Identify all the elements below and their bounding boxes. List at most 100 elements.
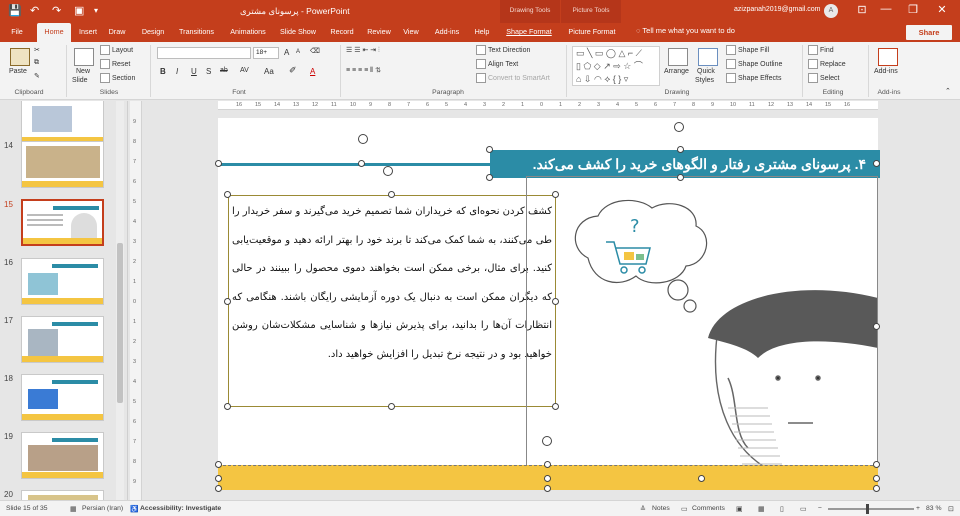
tab-picture-format[interactable]: Picture Format <box>563 23 621 42</box>
accessibility-icon[interactable]: ♿ <box>130 505 138 513</box>
slide-thumbnail-19[interactable] <box>21 432 104 479</box>
tab-animations[interactable]: Animations <box>226 23 270 42</box>
shadow-button[interactable]: S <box>206 67 211 76</box>
zoom-slider[interactable] <box>828 504 914 514</box>
slide-thumbnail-13[interactable] <box>21 101 104 144</box>
layout-button[interactable]: Layout <box>100 45 133 55</box>
resize-handle[interactable] <box>873 475 880 482</box>
fit-to-window-icon[interactable]: ⊡ <box>948 505 954 513</box>
find-button[interactable]: Find <box>808 45 834 55</box>
language-status[interactable]: Persian (Iran) <box>82 505 123 512</box>
tab-shape-format[interactable]: Shape Format <box>502 23 556 42</box>
tab-view[interactable]: View <box>399 23 423 42</box>
notes-button[interactable]: Notes <box>652 505 670 512</box>
restore-icon[interactable]: ❐ <box>903 3 923 16</box>
save-icon[interactable]: 💾 <box>8 4 22 17</box>
slide-thumbnail-14[interactable] <box>21 141 104 188</box>
resize-handle[interactable] <box>552 403 559 410</box>
align-text-button[interactable]: Align Text <box>476 59 518 69</box>
bullets-icon[interactable]: ☰ ☰ ⇤ ⇥ ⫶ <box>346 46 380 55</box>
zoom-level[interactable]: 83 % <box>926 505 942 512</box>
shape-fill-button[interactable]: Shape Fill <box>726 45 769 55</box>
redo-icon[interactable]: ↷ <box>52 4 61 17</box>
font-size-box[interactable]: 18+ <box>253 47 279 59</box>
strikethrough-button[interactable]: ab <box>220 67 228 74</box>
slide-body-text[interactable]: کشف کردن نحوه‌ای که خریداران شما تصمیم خ… <box>232 198 552 404</box>
slide-title[interactable]: ۴. پرسونای مشتری رفتار و الگوهای خرید را… <box>490 150 880 178</box>
add-ins-icon[interactable] <box>878 48 898 66</box>
resize-handle[interactable] <box>552 298 559 305</box>
font-name-box[interactable] <box>157 47 251 59</box>
slideshow-view-icon[interactable]: ▭ <box>800 505 806 513</box>
present-icon[interactable]: ▣ <box>74 4 84 17</box>
comments-button[interactable]: Comments <box>692 505 725 512</box>
resize-handle[interactable] <box>873 160 880 167</box>
text-direction-button[interactable]: Text Direction <box>476 45 530 55</box>
tab-draw[interactable]: Draw <box>105 23 129 42</box>
resize-handle[interactable] <box>552 191 559 198</box>
tab-add-ins[interactable]: Add-ins <box>430 23 464 42</box>
close-icon[interactable]: ✕ <box>932 3 952 16</box>
resize-handle[interactable] <box>698 475 705 482</box>
rotate-handle-icon[interactable] <box>542 436 552 446</box>
customize-quick-access-icon[interactable]: ▾ <box>94 6 98 15</box>
zoom-in-button[interactable]: + <box>916 505 920 512</box>
bold-button[interactable]: B <box>160 67 166 76</box>
zoom-slider-thumb[interactable] <box>866 504 869 514</box>
quick-styles-button[interactable]: Quick <box>697 68 715 75</box>
change-case-button[interactable]: Aa <box>264 67 274 76</box>
resize-handle[interactable] <box>544 461 551 468</box>
resize-handle[interactable] <box>873 485 880 492</box>
add-ins-button[interactable]: Add-ins <box>874 68 898 75</box>
tab-transitions[interactable]: Transitions <box>174 23 219 42</box>
reading-view-icon[interactable]: ▯ <box>780 505 784 513</box>
picture-selection-frame[interactable] <box>526 176 878 490</box>
grow-font-button[interactable]: A <box>284 48 289 57</box>
tab-record[interactable]: Record <box>327 23 357 42</box>
share-button[interactable]: Share <box>906 25 952 40</box>
paste-button[interactable]: Paste <box>9 68 27 75</box>
resize-handle[interactable] <box>677 146 684 153</box>
resize-handle[interactable] <box>215 485 222 492</box>
clear-format-icon[interactable]: ⌫ <box>310 47 320 55</box>
rotate-handle-icon[interactable] <box>383 166 393 176</box>
shape-outline-button[interactable]: Shape Outline <box>726 59 782 69</box>
shrink-font-button[interactable]: A <box>296 49 300 55</box>
accessibility-status[interactable]: Accessibility: Investigate <box>140 505 221 512</box>
resize-handle[interactable] <box>873 461 880 468</box>
tab-slide-show[interactable]: Slide Show <box>276 23 320 42</box>
resize-handle[interactable] <box>388 191 395 198</box>
new-slide-icon[interactable] <box>74 48 94 66</box>
resize-handle[interactable] <box>486 146 493 153</box>
reset-button[interactable]: Reset <box>100 59 130 69</box>
tab-insert[interactable]: Insert <box>74 23 102 42</box>
shapes-gallery[interactable]: ▭ ╲ ▭ ◯ △ ⌐ ⟋ ▯ ⬠ ◇ ↗ ⇨ ☆ ⌒ ⌂ ⇩ ◠ ⟡ { } ▿ <box>572 46 660 86</box>
highlight-icon[interactable]: ✐ <box>289 65 297 76</box>
paste-icon[interactable] <box>10 48 30 66</box>
shape-effects-button[interactable]: Shape Effects <box>726 73 781 83</box>
user-email[interactable]: azizpanah2019@gmail.com <box>734 6 821 13</box>
resize-handle[interactable] <box>215 160 222 167</box>
tab-file[interactable]: File <box>4 23 30 42</box>
cut-icon[interactable]: ✂ <box>34 46 40 54</box>
font-color-button[interactable]: A <box>310 67 315 76</box>
resize-handle[interactable] <box>224 191 231 198</box>
arrange-button[interactable]: Arrange <box>664 68 689 75</box>
underline-button[interactable]: U <box>191 67 197 76</box>
tab-help[interactable]: Help <box>470 23 494 42</box>
notes-icon[interactable]: ≙ <box>640 505 646 513</box>
ribbon-display-icon[interactable]: ⊡ <box>852 3 872 16</box>
rotate-handle-icon[interactable] <box>674 122 684 132</box>
resize-handle[interactable] <box>215 475 222 482</box>
resize-handle[interactable] <box>388 403 395 410</box>
collapse-ribbon-icon[interactable]: ⌃ <box>945 87 951 95</box>
slide-thumbnail-15[interactable] <box>21 199 104 246</box>
slide-sorter-icon[interactable]: ▦ <box>758 505 764 513</box>
section-button[interactable]: Section <box>100 73 135 83</box>
thumbnails-scrollbar[interactable] <box>116 101 124 500</box>
comments-icon[interactable]: ▭ <box>681 505 687 513</box>
arrange-icon[interactable] <box>668 48 688 66</box>
quick-styles-icon[interactable] <box>698 48 718 66</box>
new-slide-button[interactable]: New <box>76 68 90 75</box>
italic-button[interactable]: I <box>176 67 178 76</box>
